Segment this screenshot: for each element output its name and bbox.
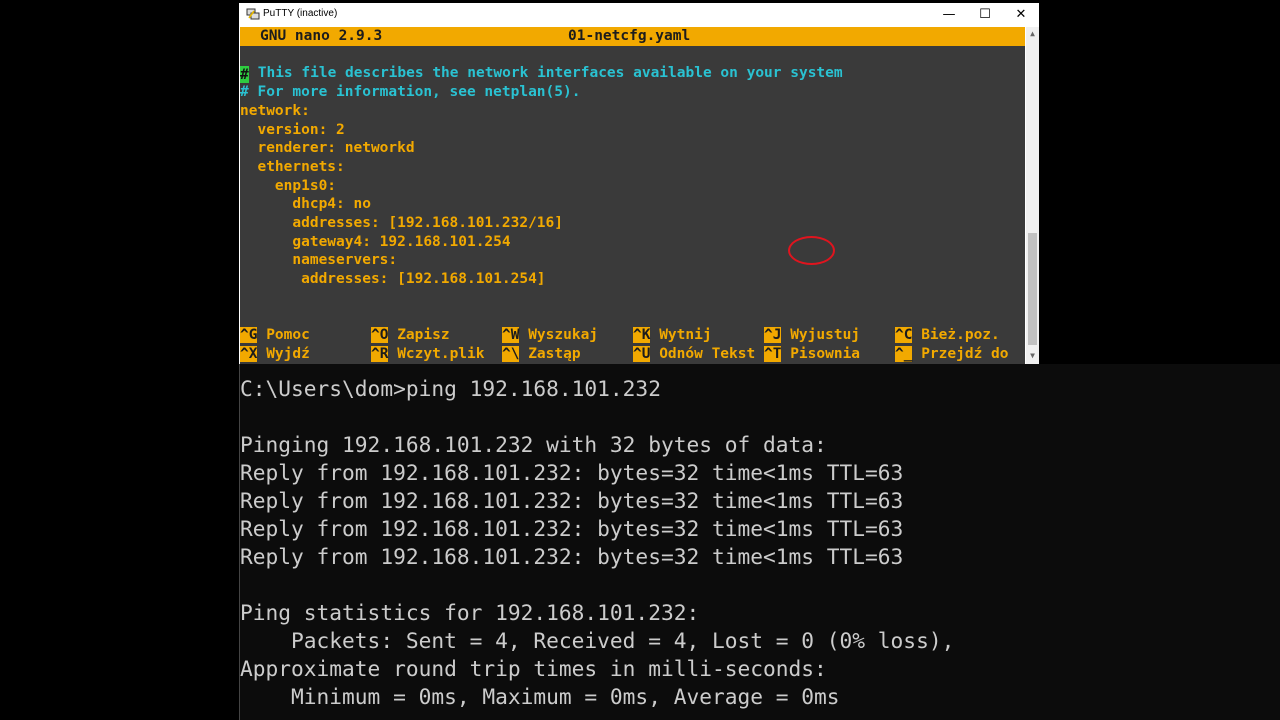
shortcut-replace[interactable]: ^\ Zastąp bbox=[502, 345, 581, 364]
shortcut-key: ^X bbox=[240, 346, 258, 362]
editor-line: enp1s0: bbox=[240, 178, 337, 194]
shortcut-spell[interactable]: ^T Pisownia bbox=[764, 345, 860, 364]
scroll-down-arrow-icon[interactable]: ▼ bbox=[1026, 351, 1039, 360]
shortcut-label: Pisownia bbox=[790, 346, 861, 362]
shortcut-key: ^G bbox=[240, 327, 258, 343]
editor-line: addresses: [192.168.101.254] bbox=[240, 271, 546, 287]
shortcut-label: Wytnij bbox=[659, 327, 712, 343]
editor-line: # For more information, see netplan(5). bbox=[240, 84, 581, 100]
shortcut-label: Wyjustuj bbox=[790, 327, 861, 343]
shortcut-label: Wczyt.plik bbox=[397, 346, 485, 362]
nano-filename: 01-netcfg.yaml bbox=[568, 28, 691, 44]
editor-line: version: 2 bbox=[240, 122, 345, 138]
shortcut-key: ^T bbox=[764, 346, 782, 362]
scroll-up-arrow-icon[interactable]: ▲ bbox=[1026, 29, 1039, 38]
scroll-thumb[interactable] bbox=[1028, 233, 1037, 345]
console-line: C:\Users\dom>ping 192.168.101.232 bbox=[240, 376, 661, 401]
title-bar[interactable]: PuTTY (inactive) — ☐ ✕ bbox=[239, 3, 1039, 27]
shortcut-cut[interactable]: ^K Wytnij bbox=[633, 326, 712, 345]
console-line: Ping statistics for 192.168.101.232: bbox=[240, 600, 700, 625]
editor-line: gateway4: 192.168.101.254 bbox=[240, 234, 511, 250]
console-line: Reply from 192.168.101.232: bytes=32 tim… bbox=[240, 460, 904, 485]
shortcut-key: ^C bbox=[895, 327, 913, 343]
shortcut-save[interactable]: ^O Zapisz bbox=[371, 326, 450, 345]
console-line: Minimum = 0ms, Maximum = 0ms, Average = … bbox=[240, 684, 840, 709]
putty-app-icon bbox=[246, 8, 260, 20]
editor-line: dhcp4: no bbox=[240, 196, 371, 212]
shortcut-key: ^\ bbox=[502, 346, 520, 362]
console-line: Approximate round trip times in milli-se… bbox=[240, 656, 827, 681]
shortcut-justify[interactable]: ^J Wyjustuj bbox=[764, 326, 860, 345]
shortcut-label: Odnów Tekst bbox=[659, 346, 756, 362]
shortcut-key: ^W bbox=[502, 327, 520, 343]
shortcut-label: Przejdź do bbox=[921, 346, 1009, 362]
shortcut-key: ^O bbox=[371, 327, 389, 343]
highlight-circle-annotation bbox=[788, 236, 835, 265]
shortcut-search[interactable]: ^W Wyszukaj bbox=[502, 326, 598, 345]
console-line: Reply from 192.168.101.232: bytes=32 tim… bbox=[240, 544, 904, 569]
shortcut-label: Zapisz bbox=[397, 327, 450, 343]
shortcut-label: Wyjdź bbox=[266, 346, 310, 362]
window-title: PuTTY (inactive) bbox=[263, 8, 338, 19]
editor-line: ethernets: bbox=[240, 159, 345, 175]
shortcut-help[interactable]: ^G Pomoc bbox=[240, 326, 310, 345]
console-line: Reply from 192.168.101.232: bytes=32 tim… bbox=[240, 516, 904, 541]
shortcut-goto-line[interactable]: ^_ Przejdź do bbox=[895, 345, 1009, 364]
terminal-area[interactable]: GNU nano 2.9.3 01-netcfg.yaml # This fil… bbox=[240, 27, 1025, 364]
shortcut-key: ^J bbox=[764, 327, 782, 343]
shortcut-key: ^K bbox=[633, 327, 651, 343]
console-line: Reply from 192.168.101.232: bytes=32 tim… bbox=[240, 488, 904, 513]
maximize-button[interactable]: ☐ bbox=[967, 3, 1003, 27]
editor-line: addresses: [192.168.101.232/16] bbox=[240, 215, 564, 231]
shortcut-label: Pomoc bbox=[266, 327, 310, 343]
shortcut-cur-pos[interactable]: ^C Bież.poz. bbox=[895, 326, 1000, 345]
shortcut-label: Bież.poz. bbox=[921, 327, 1000, 343]
shortcut-key: ^U bbox=[633, 346, 651, 362]
nano-header-bar: GNU nano 2.9.3 01-netcfg.yaml bbox=[240, 27, 1025, 46]
shortcut-uncut[interactable]: ^U Odnów Tekst bbox=[633, 345, 755, 364]
shortcut-key: ^R bbox=[371, 346, 389, 362]
cmd-console: C:\Users\dom>ping 192.168.101.232 Pingin… bbox=[239, 364, 1280, 720]
shortcut-key: ^_ bbox=[895, 346, 913, 362]
nano-version: GNU nano 2.9.3 bbox=[260, 28, 383, 44]
minimize-button[interactable]: — bbox=[931, 3, 967, 27]
console-line: Pinging 192.168.101.232 with 32 bytes of… bbox=[240, 432, 827, 457]
shortcut-label: Zastąp bbox=[528, 346, 581, 362]
text-cursor: # bbox=[240, 66, 249, 83]
putty-window: PuTTY (inactive) — ☐ ✕ GNU nano 2.9.3 01… bbox=[239, 3, 1039, 364]
console-line: Packets: Sent = 4, Received = 4, Lost = … bbox=[240, 628, 955, 653]
shortcut-label: Wyszukaj bbox=[528, 327, 599, 343]
shortcut-exit[interactable]: ^X Wyjdź bbox=[240, 345, 310, 364]
editor-line: This file describes the network interfac… bbox=[249, 65, 843, 81]
editor-line: network: bbox=[240, 103, 310, 119]
editor-line: renderer: networkd bbox=[240, 140, 415, 156]
shortcut-read-file[interactable]: ^R Wczyt.plik bbox=[371, 345, 485, 364]
editor-line: nameservers: bbox=[240, 252, 398, 268]
vertical-scrollbar[interactable]: ▲ ▼ bbox=[1026, 27, 1039, 364]
close-button[interactable]: ✕ bbox=[1003, 3, 1039, 27]
